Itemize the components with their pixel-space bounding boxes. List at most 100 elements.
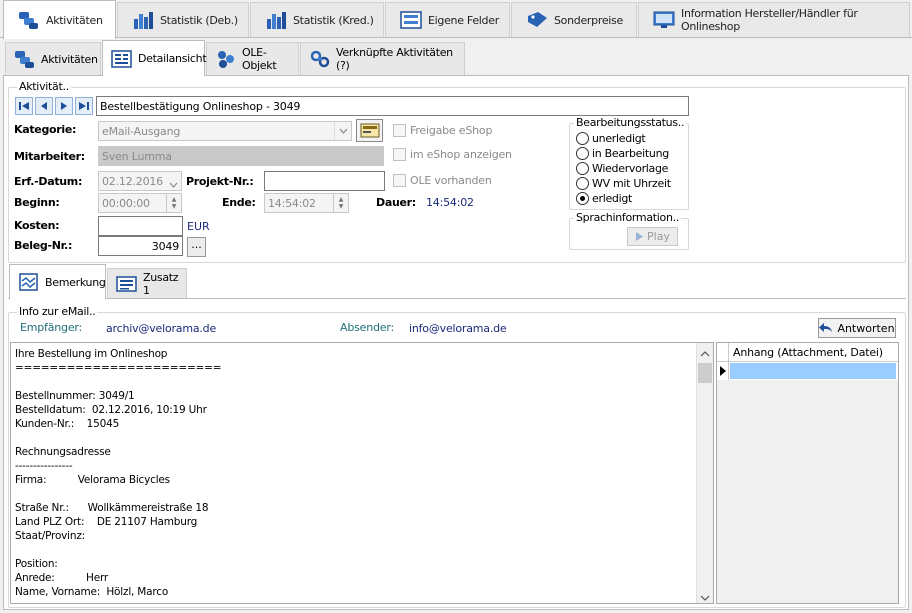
form-fields-icon [400, 10, 422, 30]
antworten-label: Antworten [837, 321, 895, 335]
spin-down-icon: ▼ [338, 203, 344, 210]
kategorie-select[interactable]: eMail-Ausgang [98, 121, 352, 141]
beleg-nr-input[interactable]: 3049 [98, 236, 183, 256]
chevron-down-icon [169, 178, 178, 190]
status-group-label: Bearbeitungsstatus.. [574, 116, 687, 129]
status-wiedervorlage-radio[interactable]: Wiedervorlage [576, 162, 668, 175]
beginn-label: Beginn: [14, 196, 60, 209]
list-icon [116, 274, 138, 294]
subtab-verknuepfte-aktivitaeten[interactable]: Verknüpfte Aktivitäten (?) [300, 42, 465, 75]
tab-statistik-kred[interactable]: Statistik (Kred.) [250, 2, 384, 37]
bar-chart-icon [132, 10, 154, 30]
spin-buttons[interactable]: ▲ ▼ [333, 194, 348, 212]
monitor-info-icon [653, 10, 675, 30]
erf-datum-value: 02.12.2016 [102, 174, 163, 188]
status-in-bearbeitung-radio[interactable]: in Bearbeitung [576, 147, 669, 160]
vertical-scrollbar[interactable] [696, 343, 713, 603]
play-icon [636, 232, 644, 241]
attachment-grid[interactable]: Anhang (Attachment, Datei) [716, 342, 899, 604]
projekt-nr-input[interactable] [264, 171, 385, 191]
status-option-label: in Bearbeitung [592, 147, 669, 160]
next-record-icon [61, 102, 67, 110]
erf-datum-label: Erf.-Datum: [14, 175, 83, 188]
chevron-down-icon [334, 122, 351, 140]
tab-zusatz-1[interactable]: Zusatz 1 [107, 268, 187, 298]
previous-record-icon [41, 102, 47, 110]
empfaenger-value: archiv@velorama.de [106, 322, 217, 335]
lower-tab-divider [8, 298, 906, 299]
subtab-label: OLE-Objekt [242, 46, 277, 72]
attachment-cell-selected[interactable] [730, 363, 896, 379]
scroll-up-icon [700, 347, 710, 357]
im-eshop-anzeigen-checkbox[interactable]: im eShop anzeigen [393, 148, 512, 161]
beginn-time-field[interactable]: 00:00:00 ▲ ▼ [98, 193, 182, 213]
kategorie-label: Kategorie: [14, 123, 77, 136]
status-option-label: unerledigt [592, 132, 646, 145]
tab-label: Information Hersteller/Händler für Onlin… [681, 7, 858, 33]
activity-title-input[interactable]: Bestellbestätigung Onlineshop - 3049 [96, 96, 689, 116]
tab-aktivitaeten[interactable]: Aktivitäten [3, 0, 116, 39]
tab-label: Sonderpreise [554, 13, 623, 27]
spin-up-icon: ▲ [338, 196, 344, 203]
kategorie-picker-button[interactable] [356, 119, 383, 142]
beleg-lookup-button[interactable]: ... [187, 237, 206, 257]
mitarbeiter-label: Mitarbeiter: [14, 150, 85, 163]
subtab-label: Aktivitäten [41, 52, 98, 66]
radio-circle [576, 162, 589, 175]
last-record-button[interactable] [75, 97, 93, 115]
kategorie-value: eMail-Ausgang [102, 124, 181, 138]
first-record-icon [19, 102, 29, 110]
spin-up-icon: ▲ [171, 196, 177, 203]
next-record-button[interactable] [55, 97, 73, 115]
erf-datum-field[interactable]: 02.12.2016 [98, 171, 182, 191]
status-option-label: WV mit Uhrzeit [592, 177, 671, 190]
table-row[interactable] [717, 362, 898, 380]
status-option-label: erledigt [592, 192, 633, 205]
tab-info-hersteller[interactable]: Information Hersteller/Händler für Onlin… [638, 2, 910, 37]
price-tag-icon [526, 10, 548, 30]
radio-circle-selected [576, 192, 589, 205]
subtab-aktivitaeten[interactable]: Aktivitäten [5, 42, 101, 75]
beginn-value: 00:00:00 [102, 196, 150, 210]
attachment-column-header[interactable]: Anhang (Attachment, Datei) [733, 346, 883, 359]
ende-label: Ende: [222, 196, 256, 209]
ole-vorhanden-checkbox[interactable]: OLE vorhanden [393, 174, 492, 187]
activities-icon [14, 49, 36, 69]
previous-record-button[interactable] [35, 97, 53, 115]
tab-statistik-deb[interactable]: Statistik (Deb.) [117, 2, 249, 37]
scroll-thumb[interactable] [698, 363, 712, 383]
play-label: Play [647, 230, 670, 243]
subtab-label: Detailansicht [138, 52, 207, 65]
tab-eigene-felder[interactable]: Eigene Felder [385, 2, 510, 37]
bar-chart-icon [265, 10, 287, 30]
spin-buttons[interactable]: ▲ ▼ [166, 194, 181, 212]
email-group-label: Info zur eMail.. [17, 305, 98, 318]
tab-sonderpreise[interactable]: Sonderpreise [511, 2, 637, 37]
sprach-group-label: Sprachinformation.. [574, 211, 682, 224]
tab-label: Eigene Felder [428, 13, 499, 27]
empfaenger-label: Empfänger: [20, 321, 83, 334]
freigabe-eshop-checkbox[interactable]: Freigabe eShop [393, 124, 492, 137]
reply-icon [819, 323, 833, 332]
play-button[interactable]: Play [627, 227, 678, 246]
link-icon [309, 49, 331, 69]
status-wv-mit-uhrzeit-radio[interactable]: WV mit Uhrzeit [576, 177, 671, 190]
checkbox-box [393, 148, 406, 161]
ende-value: 14:54:02 [268, 196, 316, 210]
dauer-label: Dauer: [376, 196, 416, 209]
tab-label: Statistik (Deb.) [160, 13, 238, 27]
status-erledigt-radio[interactable]: erledigt [576, 192, 632, 205]
status-unerledigt-radio[interactable]: unerledigt [576, 132, 646, 145]
antworten-button[interactable]: Antworten [818, 318, 896, 338]
row-pointer-icon [717, 362, 729, 380]
ende-time-field[interactable]: 14:54:02 ▲ ▼ [264, 193, 349, 213]
subtab-detailansicht[interactable]: Detailansicht [102, 40, 207, 76]
activity-group-label: Aktivität.. [17, 80, 71, 93]
scroll-down-icon [700, 591, 710, 601]
im-eshop-anzeigen-label: im eShop anzeigen [410, 148, 512, 161]
mail-body-textarea[interactable]: Ihre Bestellung im Onlineshop ==========… [10, 342, 714, 604]
kosten-input[interactable] [98, 216, 183, 236]
tab-bemerkung[interactable]: Bemerkung [9, 264, 106, 299]
subtab-ole-objekt[interactable]: OLE-Objekt [206, 42, 299, 75]
first-record-button[interactable] [15, 97, 33, 115]
